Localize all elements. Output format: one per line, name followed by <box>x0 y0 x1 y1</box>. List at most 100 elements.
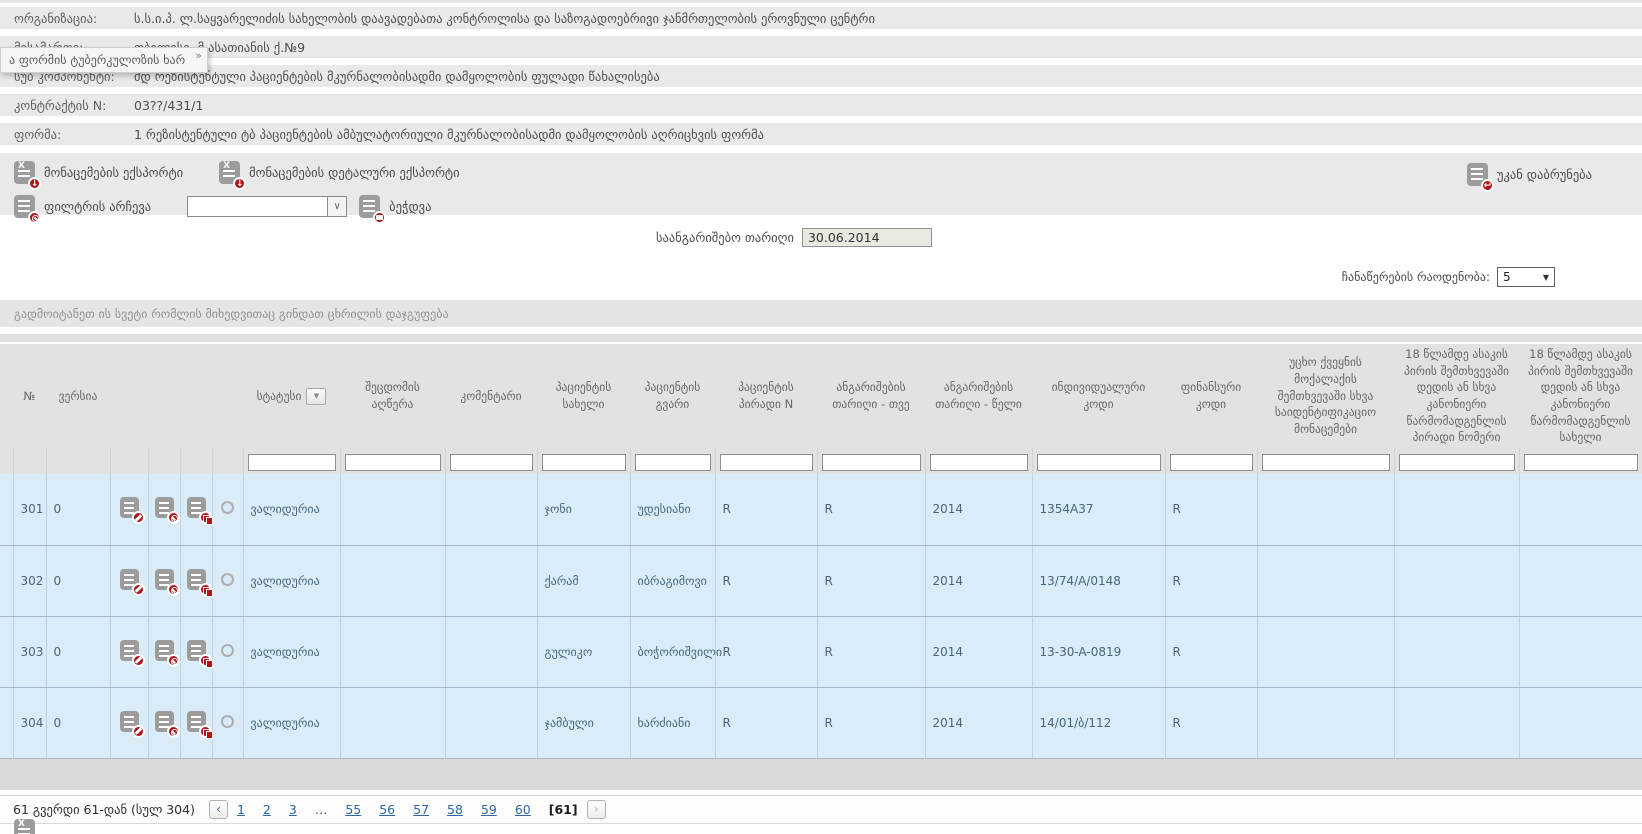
filter-input-status[interactable] <box>248 454 336 471</box>
page-link-59[interactable]: 59 <box>481 802 497 817</box>
page-link-55[interactable]: 55 <box>345 802 361 817</box>
cell-first-name: ქარამ <box>537 545 630 616</box>
page-link-3[interactable]: 3 <box>289 802 297 817</box>
filter-input-month[interactable] <box>822 454 921 471</box>
col-header-personal-n[interactable]: პაციენტის პირადი N <box>715 343 817 448</box>
col-header-error[interactable]: შეცდომის აღწერა <box>340 343 445 448</box>
info-row-organization: ორგანიზაცია: ს.ს.ი.პ. ლ.საყვარელიძის სახ… <box>0 7 1642 29</box>
edit-row-button[interactable] <box>120 497 139 518</box>
excel-export-icon[interactable] <box>14 819 35 834</box>
status-filter-dropdown-icon[interactable]: ▼ <box>306 388 326 405</box>
cell-financial-code: R <box>1165 616 1257 687</box>
document-view-icon <box>155 569 174 590</box>
filter-input-foreign-id[interactable] <box>1262 454 1390 471</box>
edit-row-button[interactable] <box>120 640 139 661</box>
cell-comment <box>445 545 537 616</box>
col-header-guardian-name[interactable]: 18 წლამდე ასაკის პირის შემთხვევაში დედის… <box>1519 343 1642 448</box>
view-row-button[interactable] <box>155 497 174 518</box>
report-date-input[interactable] <box>802 228 932 247</box>
col-header-month[interactable]: ანგარიშების თარიღი - თვე <box>817 343 925 448</box>
toolbar-row-2: ფილტრის არჩევა ∨ ბეჭდვა <box>14 193 1628 220</box>
toolbar-row-1: მონაცემების ექსპორტი მონაცემების დეტალურ… <box>14 159 1628 186</box>
row-radio-button[interactable] <box>221 715 234 728</box>
edit-row-button[interactable] <box>120 569 139 590</box>
magnifier-badge-icon <box>167 725 180 738</box>
form-tooltip-text: ა ფორმის ტუბერკულოზის ხარ... <box>9 53 185 67</box>
copy-row-button[interactable] <box>187 569 206 590</box>
page-link-57[interactable]: 57 <box>413 802 429 817</box>
view-row-button[interactable] <box>155 711 174 732</box>
row-radio-button[interactable] <box>221 501 234 514</box>
col-header-guardian-n[interactable]: 18 წლამდე ასაკის პირის შემთხვევაში დედის… <box>1394 343 1519 448</box>
col-header-comment[interactable]: კომენტარი <box>445 343 537 448</box>
view-row-button[interactable] <box>155 640 174 661</box>
cell-individual-code: 1354A37 <box>1032 474 1165 545</box>
cell-month: R <box>817 545 925 616</box>
table-row[interactable]: 302 0 ვალიდურია ქარამ იბრაგიმოვი R R 201… <box>0 545 1642 616</box>
filter-input-guardian-n[interactable] <box>1399 454 1515 471</box>
pencil-badge-icon <box>132 583 145 596</box>
cell-error <box>340 474 445 545</box>
cell-personal-n: R <box>715 616 817 687</box>
form-tooltip[interactable]: ა ფორმის ტუბერკულოზის ხარ... » <box>0 47 208 73</box>
filter-select[interactable]: ∨ <box>187 196 347 217</box>
filter-input-personal-n[interactable] <box>720 454 813 471</box>
chevron-down-icon[interactable]: ∨ <box>327 197 346 216</box>
organization-value: ს.ს.ი.პ. ლ.საყვარელიძის სახელობის დაავად… <box>134 11 875 26</box>
page-link-56[interactable]: 56 <box>379 802 395 817</box>
filter-input-individual-code[interactable] <box>1037 454 1161 471</box>
print-button[interactable]: ბეჭდვა <box>359 195 431 218</box>
col-header-last-name[interactable]: პაციენტის გვარი <box>630 343 715 448</box>
cell-year: 2014 <box>925 545 1032 616</box>
records-count-select[interactable]: 5 ▼ <box>1497 267 1555 287</box>
filter-input-last-name[interactable] <box>635 454 711 471</box>
choose-filter-button[interactable]: ფილტრის არჩევა <box>14 195 151 218</box>
pencil-badge-icon <box>132 511 145 524</box>
col-header-individual-code[interactable]: ინდივიდუალური კოდი <box>1032 343 1165 448</box>
filter-input-comment[interactable] <box>450 454 533 471</box>
col-header-financial-code[interactable]: ფინანსური კოდი <box>1165 343 1257 448</box>
filter-input-error[interactable] <box>345 454 441 471</box>
back-button[interactable]: უკან დაბრუნება <box>1467 163 1592 186</box>
table-row[interactable]: 301 0 ვალიდურია ჯონი უდესიანი R R 2014 1… <box>0 474 1642 545</box>
cell-last-name: უდესიანი <box>630 474 715 545</box>
col-header-foreign-id[interactable]: უცხო ქვეყნის მოქალაქის შემთხვევაში სხვა … <box>1257 343 1394 448</box>
cell-personal-n: R <box>715 545 817 616</box>
document-print-icon <box>359 195 380 218</box>
col-header-n[interactable]: № <box>13 343 46 448</box>
table-row[interactable]: 303 0 ვალიდურია გულიკო ბოჭორიშვილი R R 2… <box>0 616 1642 687</box>
col-header-first-name[interactable]: პაციენტის სახელი <box>537 343 630 448</box>
cell-foreign-id <box>1257 545 1394 616</box>
group-drop-zone[interactable] <box>0 334 1642 343</box>
row-radio-button[interactable] <box>221 573 234 586</box>
page-link-58[interactable]: 58 <box>447 802 463 817</box>
edit-row-button[interactable] <box>120 711 139 732</box>
page-link-2[interactable]: 2 <box>263 802 271 817</box>
copy-badge-icon <box>199 654 212 667</box>
col-header-status[interactable]: სტატუსი▼ <box>243 343 340 448</box>
copy-row-button[interactable] <box>187 640 206 661</box>
table-row[interactable]: 304 0 ვალიდურია ჯამბული ხარძიანი R R 201… <box>0 687 1642 758</box>
col-header-year[interactable]: ანგარიშების თარიღი - წელი <box>925 343 1032 448</box>
report-date-row: საანგარიშებო თარიღი <box>0 228 1642 247</box>
row-radio-button[interactable] <box>221 644 234 657</box>
next-page-button[interactable]: › <box>587 800 606 819</box>
copy-row-button[interactable] <box>187 497 206 518</box>
prev-page-button[interactable]: ‹ <box>209 800 228 819</box>
detailed-export-button[interactable]: მონაცემების დეტალური ექსპორტი <box>219 161 459 184</box>
filter-input-guardian-name[interactable] <box>1524 454 1638 471</box>
filter-input-financial-code[interactable] <box>1170 454 1253 471</box>
contract-label: კონტრაქტის N: <box>14 98 134 113</box>
cell-month: R <box>817 616 925 687</box>
filter-input-year[interactable] <box>930 454 1028 471</box>
col-header-version[interactable]: ვერსია <box>46 343 110 448</box>
copy-row-button[interactable] <box>187 711 206 732</box>
pagination-ellipsis: … <box>315 802 328 817</box>
export-data-label: მონაცემების ექსპორტი <box>44 165 183 180</box>
page-link-1[interactable]: 1 <box>237 802 245 817</box>
expand-chevrons-icon[interactable]: » <box>195 49 202 62</box>
view-row-button[interactable] <box>155 569 174 590</box>
filter-input-first-name[interactable] <box>542 454 626 471</box>
export-data-button[interactable]: მონაცემების ექსპორტი <box>14 161 183 184</box>
page-link-60[interactable]: 60 <box>515 802 531 817</box>
